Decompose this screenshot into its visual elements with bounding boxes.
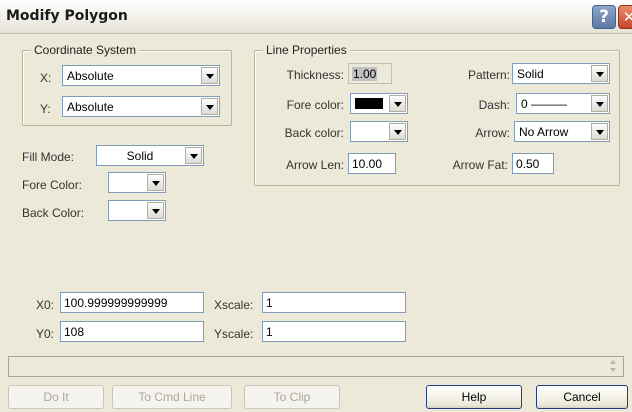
- spin-down-icon[interactable]: [607, 366, 621, 374]
- x-coordinate-select[interactable]: Absolute: [62, 65, 220, 86]
- y-coordinate-value: Absolute: [67, 100, 114, 114]
- back-color-label: Back color:: [284, 126, 344, 140]
- x-coordinate-value: Absolute: [67, 69, 114, 83]
- spin-up-icon[interactable]: [607, 358, 621, 366]
- pattern-select[interactable]: Solid: [512, 63, 610, 84]
- fill-fore-color-label: Fore Color:: [22, 178, 83, 192]
- close-icon[interactable]: ✕: [618, 5, 632, 29]
- fill-mode-value: Solid: [126, 149, 154, 163]
- arrow-select[interactable]: No Arrow: [514, 121, 610, 142]
- arrow-fat-label: Arrow Fat:: [452, 158, 508, 172]
- chevron-down-icon[interactable]: [147, 202, 164, 219]
- x0-input[interactable]: 100.999999999999: [60, 292, 204, 313]
- chevron-down-icon[interactable]: [147, 174, 164, 191]
- help-button[interactable]: Help: [426, 385, 522, 409]
- y0-input[interactable]: 108: [60, 321, 204, 342]
- y0-label: Y0:: [36, 327, 55, 341]
- arrow-len-label: Arrow Len:: [285, 158, 344, 172]
- chevron-down-icon[interactable]: [201, 98, 218, 115]
- arrow-value: No Arrow: [519, 125, 569, 139]
- line-fore-color-swatch: [355, 98, 383, 109]
- chevron-down-icon[interactable]: [591, 95, 608, 112]
- thickness-value: 1.00: [352, 67, 378, 81]
- fill-fore-color-select[interactable]: [108, 172, 166, 193]
- fill-mode-select[interactable]: Solid: [96, 145, 204, 166]
- arrow-len-input[interactable]: 10.00: [348, 153, 396, 174]
- fill-back-color-label: Back Color:: [22, 206, 85, 220]
- pattern-value: Solid: [517, 67, 544, 81]
- status-spinner[interactable]: [607, 358, 621, 375]
- chevron-down-icon[interactable]: [185, 147, 202, 164]
- do-it-button[interactable]: Do It: [8, 385, 104, 409]
- xscale-label: Xscale:: [214, 298, 254, 312]
- chevron-down-icon[interactable]: [591, 65, 608, 82]
- thickness-label: Thickness:: [286, 68, 344, 82]
- to-cmd-line-button[interactable]: To Cmd Line: [112, 385, 232, 409]
- yscale-input[interactable]: 1: [262, 321, 406, 342]
- y-coordinate-label: Y:: [40, 102, 51, 116]
- window-title: Modify Polygon: [6, 8, 128, 24]
- coordinate-system-title: Coordinate System: [31, 43, 140, 57]
- chevron-down-icon[interactable]: [201, 67, 218, 84]
- pattern-label: Pattern:: [467, 68, 510, 82]
- thickness-field: 1.00: [348, 63, 392, 84]
- dash-label: Dash:: [478, 98, 510, 112]
- title-bar: Modify Polygon ? ✕: [0, 0, 632, 34]
- dash-select[interactable]: 0 ———: [516, 93, 610, 114]
- x0-label: X0:: [36, 298, 55, 312]
- yscale-label: Yscale:: [214, 327, 254, 341]
- y-coordinate-select[interactable]: Absolute: [62, 96, 220, 117]
- chevron-down-icon[interactable]: [389, 95, 406, 112]
- chevron-down-icon[interactable]: [389, 123, 406, 140]
- cancel-button[interactable]: Cancel: [536, 385, 628, 409]
- chevron-down-icon[interactable]: [591, 123, 608, 140]
- status-bar: [8, 356, 624, 377]
- fill-back-color-select[interactable]: [108, 200, 166, 221]
- line-properties-title: Line Properties: [263, 43, 350, 57]
- help-icon[interactable]: ?: [592, 5, 616, 29]
- to-clip-button[interactable]: To Clip: [244, 385, 340, 409]
- line-back-color-select[interactable]: [350, 121, 408, 142]
- dash-value: 0 ———: [521, 97, 568, 111]
- arrow-label: Arrow:: [475, 126, 510, 140]
- line-fore-color-select[interactable]: [350, 93, 408, 114]
- fill-mode-label: Fill Mode:: [22, 150, 75, 164]
- x-coordinate-label: X:: [40, 71, 52, 85]
- xscale-input[interactable]: 1: [262, 292, 406, 313]
- arrow-fat-input[interactable]: 0.50: [512, 153, 554, 174]
- fore-color-label: Fore color:: [286, 98, 344, 112]
